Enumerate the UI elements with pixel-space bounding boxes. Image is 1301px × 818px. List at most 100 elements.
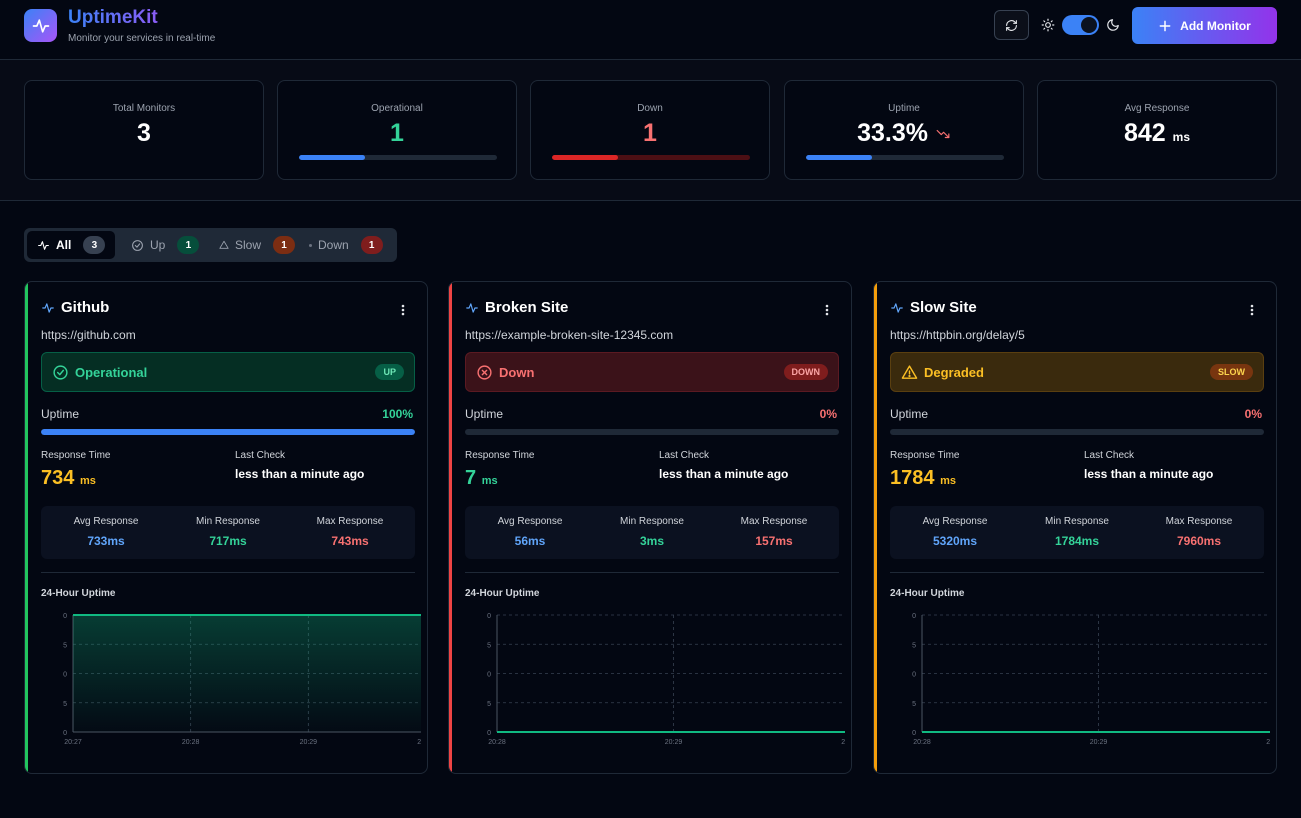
stat-value: 5320ms bbox=[932, 534, 978, 548]
response-stats: Avg Response 733ms Min Response 717ms Max … bbox=[41, 506, 415, 559]
response-time-label: Response Time bbox=[890, 450, 960, 461]
y-tick-label: 0 bbox=[912, 730, 916, 737]
max-response-stat: Max Response 7960ms bbox=[1137, 516, 1261, 548]
warning-icon bbox=[901, 365, 918, 379]
stat-card-avg-response: Avg Response 842 ms bbox=[1037, 80, 1277, 180]
more-vertical-icon bbox=[825, 304, 829, 316]
monitor-card-broken-site[interactable]: Broken Site https://example-broken-site-… bbox=[448, 281, 852, 774]
activity-icon bbox=[38, 240, 49, 250]
filter-tab-slow[interactable]: Slow 1 bbox=[209, 231, 305, 259]
stat-value: 3 bbox=[137, 119, 151, 147]
status-banner: Operational UP bbox=[41, 352, 415, 392]
stat-value: 733ms bbox=[87, 534, 125, 548]
status-text: Down bbox=[499, 365, 535, 380]
status-badge: SLOW bbox=[1210, 364, 1253, 380]
response-time-number: 734 bbox=[41, 467, 75, 489]
response-time-value: 1784 ms bbox=[890, 467, 956, 490]
y-tick-label: 0 bbox=[912, 672, 916, 679]
monitor-card-slow-site[interactable]: Slow Site https://httpbin.org/delay/5 De… bbox=[873, 281, 1277, 774]
stat-value: 717ms bbox=[209, 534, 247, 548]
min-response-stat: Min Response 1784ms bbox=[1015, 516, 1139, 548]
check-circle-icon bbox=[132, 239, 143, 251]
min-response-stat: Min Response 717ms bbox=[166, 516, 290, 548]
monitor-card-github[interactable]: Github https://github.com Operational UP… bbox=[24, 281, 428, 774]
filter-tab-down[interactable]: Down 1 bbox=[299, 231, 393, 259]
refresh-icon bbox=[1006, 19, 1017, 31]
activity-icon bbox=[466, 303, 478, 313]
monitor-name: Slow Site bbox=[910, 299, 977, 316]
response-time-number: 7 bbox=[465, 467, 477, 489]
app-header: UptimeKit Monitor your services in real-… bbox=[0, 0, 1301, 60]
chart-title: 24-Hour Uptime bbox=[465, 588, 540, 599]
add-monitor-button[interactable]: Add Monitor bbox=[1132, 7, 1277, 44]
stat-label: Avg Response bbox=[73, 516, 139, 527]
response-time-label: Response Time bbox=[41, 450, 111, 461]
x-tick-label: 20:30 bbox=[1266, 739, 1270, 746]
max-response-stat: Max Response 743ms bbox=[288, 516, 412, 548]
response-time-number: 1784 bbox=[890, 467, 935, 489]
filter-tab-up[interactable]: Up 1 bbox=[121, 231, 209, 259]
stat-label: Avg Response bbox=[922, 516, 988, 527]
uptime-bar bbox=[890, 429, 1264, 435]
theme-toggle[interactable] bbox=[1062, 15, 1099, 35]
stat-value: 33.3% bbox=[785, 119, 1023, 148]
stat-label: Avg Response bbox=[1124, 103, 1190, 114]
status-text: Operational bbox=[75, 365, 148, 380]
sun-icon bbox=[1041, 18, 1055, 32]
uptime-value: 0% bbox=[819, 407, 837, 421]
stat-card-down: Down 1 bbox=[530, 80, 770, 180]
stat-value: 157ms bbox=[755, 534, 793, 548]
toggle-knob bbox=[1081, 17, 1097, 33]
more-options-button[interactable] bbox=[395, 302, 411, 318]
more-vertical-icon bbox=[1250, 304, 1254, 316]
filter-tab-all[interactable]: All 3 bbox=[27, 231, 116, 259]
monitor-name: Broken Site bbox=[485, 299, 569, 316]
stat-label: Total Monitors bbox=[112, 103, 176, 114]
avg-response-stat: Avg Response 56ms bbox=[468, 516, 592, 548]
status-badge: UP bbox=[375, 364, 404, 380]
more-options-button[interactable] bbox=[1244, 302, 1260, 318]
stat-label: Down bbox=[637, 103, 663, 114]
app-subtitle: Monitor your services in real-time bbox=[68, 33, 216, 44]
x-tick-label: 20:30 bbox=[841, 739, 845, 746]
y-tick-label: 5 bbox=[487, 642, 491, 649]
stat-label: Max Response bbox=[316, 516, 384, 527]
y-tick-label: 0 bbox=[487, 613, 491, 620]
y-tick-label: 5 bbox=[912, 642, 916, 649]
divider bbox=[465, 572, 839, 573]
chart-title: 24-Hour Uptime bbox=[41, 588, 116, 599]
response-time-label: Response Time bbox=[465, 450, 535, 461]
status-banner: Down DOWN bbox=[465, 352, 839, 392]
avg-response-stat: Avg Response 733ms bbox=[44, 516, 168, 548]
y-tick-label: 0 bbox=[912, 613, 916, 620]
stat-value: 1 bbox=[390, 119, 404, 147]
stat-label: Operational bbox=[371, 103, 423, 114]
last-check-label: Last Check bbox=[659, 450, 710, 461]
monitor-url: https://github.com bbox=[41, 328, 136, 342]
uptime-bar bbox=[41, 429, 415, 435]
avg-response-unit: ms bbox=[1172, 130, 1190, 144]
activity-icon bbox=[891, 303, 903, 313]
filter-count: 1 bbox=[360, 236, 383, 254]
stat-label: Max Response bbox=[740, 516, 808, 527]
more-options-button[interactable] bbox=[819, 302, 835, 318]
x-tick-label: 20:29 bbox=[665, 739, 683, 746]
stat-value: 56ms bbox=[514, 534, 546, 548]
last-check-value: less than a minute ago bbox=[659, 467, 789, 481]
stat-value: 1784ms bbox=[1054, 534, 1100, 548]
last-check-value: less than a minute ago bbox=[235, 467, 365, 481]
y-tick-label: 0 bbox=[63, 672, 67, 679]
uptime-chart: 0 5 0 5 0 20:28 20:29 20:30 bbox=[487, 613, 845, 746]
activity-icon bbox=[42, 303, 54, 313]
response-time-unit: ms bbox=[481, 475, 498, 487]
stat-card-uptime: Uptime 33.3% bbox=[784, 80, 1024, 180]
refresh-button[interactable] bbox=[994, 10, 1029, 40]
monitor-url: https://httpbin.org/delay/5 bbox=[890, 328, 1025, 342]
divider bbox=[41, 572, 415, 573]
uptime-label: Uptime bbox=[41, 407, 80, 421]
stat-label: Max Response bbox=[1165, 516, 1233, 527]
divider bbox=[890, 572, 1264, 573]
warning-icon bbox=[219, 240, 229, 249]
filter-label: Up bbox=[150, 238, 166, 252]
avg-response-value: 842 bbox=[1123, 119, 1166, 147]
